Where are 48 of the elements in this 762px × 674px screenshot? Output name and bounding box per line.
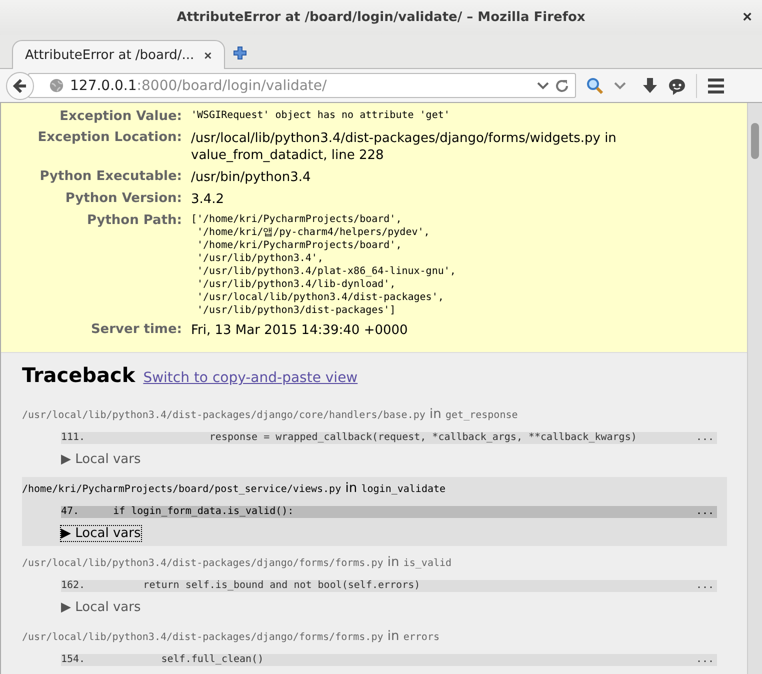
menu-icon[interactable] (707, 78, 725, 94)
summary-label: Python Version: (64, 191, 182, 208)
back-button[interactable] (6, 72, 34, 100)
chat-bubble-icon[interactable] (668, 76, 686, 94)
traceback-heading: Traceback (22, 363, 136, 387)
frame-location: /usr/local/lib/python3.4/dist-packages/django/forms/forms.py in errors (22, 629, 440, 646)
summary-value: '/usr/lib/python3.4/plat-x86_64-linux-gnu', (196, 265, 456, 278)
summary-value: '/usr/lib/python3.4', (196, 252, 324, 265)
summary-value: Fri, 13 Mar 2015 14:39:40 +0000 (191, 322, 408, 339)
local-vars-toggle[interactable]: ▶ Local vars (61, 452, 141, 467)
tab-title: AttributeError at /board/... (25, 48, 194, 62)
url-text: 127.0.0.1:8000/board/login/validate/ (70, 78, 328, 94)
summary-label: Server time: (90, 322, 182, 339)
copy-paste-view-link[interactable]: Switch to copy-and-paste view (143, 370, 358, 386)
summary-value: 'WSGIRequest' object has no attribute 'get' (191, 109, 450, 122)
address-bar[interactable]: 127.0.0.1:8000/board/login/validate/ (28, 73, 576, 98)
summary-value: value_from_datadict, line 228 (191, 147, 385, 164)
globe-icon (49, 78, 64, 93)
window-title: AttributeError at /board/login/validate/ – Mozilla Firefox (176, 10, 586, 25)
summary-label: Exception Value: (58, 109, 182, 125)
summary-label: Python Executable: (38, 169, 182, 186)
summary-value: '/usr/lib/python3/dist-packages'] (196, 304, 397, 317)
summary-value: '/home/kri/앱/py-charm4/helpers/pydev', (196, 226, 431, 239)
search-icon[interactable] (586, 76, 604, 94)
browser-tab[interactable]: AttributeError at /board/... × (12, 40, 225, 69)
frame-location: /home/kri/PycharmProjects/board/post_service/views.py in login_validate (22, 481, 447, 498)
frame-location: /usr/local/lib/python3.4/dist-packages/django/forms/forms.py in is_valid (22, 555, 453, 572)
back-arrow-icon (11, 76, 29, 94)
tab-close-button[interactable]: × (204, 48, 212, 62)
summary-label: Exception Location: (36, 130, 182, 147)
summary-value: ['/home/kri/PycharmProjects/board', (191, 213, 403, 226)
summary-value: /usr/bin/python3.4 (191, 169, 311, 186)
summary-label: Python Path: (86, 213, 182, 230)
dropdown-caret-icon[interactable] (614, 82, 626, 90)
local-vars-toggle[interactable]: ▶ Local vars (61, 526, 141, 541)
scrollbar[interactable] (747, 103, 762, 674)
frame-location: /usr/local/lib/python3.4/dist-packages/django/core/handlers/base.py in get_response (22, 407, 519, 424)
local-vars-toggle[interactable]: ▶ Local vars (61, 600, 141, 615)
summary-value: '/usr/lib/python3.4/lib-dynload', (196, 278, 397, 291)
new-tab-plus-icon[interactable] (232, 46, 247, 60)
download-arrow-icon[interactable] (642, 76, 658, 94)
summary-value: /usr/local/lib/python3.4/dist-packages/django/forms/widgets.py in (191, 130, 616, 147)
dropdown-caret-icon[interactable] (537, 82, 549, 90)
summary-value: '/home/kri/PycharmProjects/board', (196, 239, 403, 252)
close-button[interactable]: × (742, 9, 752, 27)
summary-value: 3.4.2 (191, 191, 224, 208)
reload-icon[interactable] (555, 78, 569, 92)
summary-value: '/usr/local/lib/python3.4/dist-packages', (196, 291, 445, 304)
